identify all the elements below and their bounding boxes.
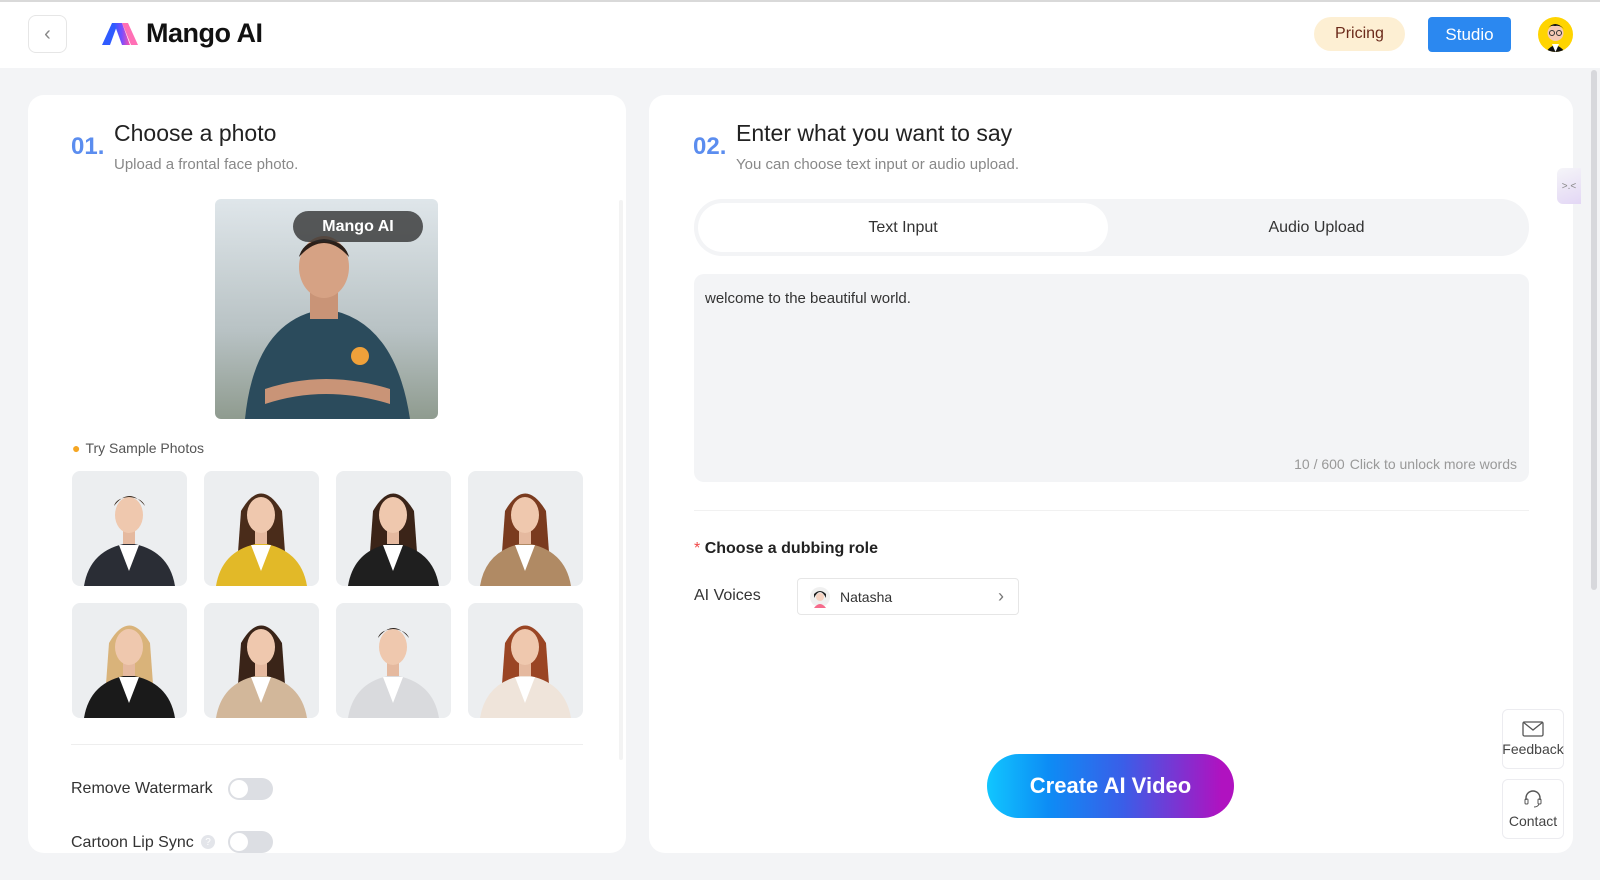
- sample-photo[interactable]: [336, 603, 451, 718]
- step-title: Choose a photo: [114, 120, 277, 146]
- feedback-button[interactable]: Feedback: [1502, 709, 1564, 769]
- tab-text-input[interactable]: Text Input: [698, 203, 1108, 252]
- tab-audio-upload[interactable]: Audio Upload: [1108, 203, 1525, 252]
- user-avatar[interactable]: [1538, 17, 1573, 52]
- step-subtitle: Upload a frontal face photo.: [114, 156, 299, 173]
- sample-photo[interactable]: [204, 471, 319, 586]
- step-title: Enter what you want to say: [736, 120, 1013, 146]
- word-counter: 10 / 600: [1294, 456, 1345, 472]
- assistant-widget-icon[interactable]: >.<: [1557, 168, 1581, 204]
- ai-voices-label: AI Voices: [694, 587, 761, 604]
- sample-photo[interactable]: [72, 603, 187, 718]
- pricing-button[interactable]: Pricing: [1314, 17, 1405, 51]
- voice-selected: Natasha: [840, 588, 893, 605]
- step-subtitle: You can choose text input or audio uploa…: [736, 156, 1019, 173]
- headset-icon: [1524, 790, 1542, 808]
- contact-button[interactable]: Contact: [1502, 779, 1564, 839]
- page-scrollbar[interactable]: [1591, 70, 1597, 590]
- remove-watermark-toggle[interactable]: [228, 778, 273, 800]
- step-number: 02.: [693, 133, 727, 160]
- dubbing-role-title: Choose a dubbing role: [704, 540, 879, 557]
- back-button[interactable]: ‹: [28, 15, 67, 53]
- help-icon[interactable]: ?: [201, 835, 215, 849]
- lightbulb-icon: ●: [72, 440, 81, 456]
- create-ai-video-button[interactable]: Create AI Video: [987, 754, 1234, 818]
- sample-photo[interactable]: [336, 471, 451, 586]
- sample-photo[interactable]: [468, 603, 583, 718]
- logo[interactable]: Mango AI: [100, 18, 263, 49]
- uploaded-photo[interactable]: Mango AI: [215, 199, 438, 419]
- step-number: 01.: [71, 133, 105, 160]
- sample-photo[interactable]: [204, 603, 319, 718]
- mango-logo-icon: [102, 22, 138, 45]
- sample-photo[interactable]: [72, 471, 187, 586]
- chevron-left-icon: ‹: [44, 22, 51, 45]
- cartoon-lip-sync-label: Cartoon Lip Sync: [71, 834, 194, 851]
- brand-name: Mango AI: [146, 18, 263, 48]
- script-text: welcome to the beautiful world.: [705, 290, 911, 307]
- voice-select[interactable]: Natasha ›: [797, 578, 1019, 615]
- input-mode-tabs: Text Input Audio Upload: [694, 199, 1529, 256]
- panel-scrollbar[interactable]: [619, 200, 623, 760]
- divider: [71, 744, 583, 745]
- watermark-badge: Mango AI: [293, 211, 423, 242]
- voice-avatar-icon: [810, 586, 830, 608]
- script-textarea[interactable]: welcome to the beautiful world. 10 / 600…: [694, 274, 1529, 482]
- cartoon-lip-sync-toggle[interactable]: [228, 831, 273, 853]
- chevron-right-icon: ›: [998, 586, 1004, 606]
- divider: [694, 510, 1529, 511]
- studio-button[interactable]: Studio: [1428, 17, 1511, 52]
- sample-photo[interactable]: [468, 471, 583, 586]
- mail-icon: [1522, 721, 1544, 737]
- unlock-words-link[interactable]: Click to unlock more words: [1350, 456, 1517, 472]
- feedback-label: Feedback: [1502, 741, 1564, 757]
- required-marker: *: [694, 540, 701, 557]
- sample-photos-label: Try Sample Photos: [85, 440, 204, 456]
- remove-watermark-label: Remove Watermark: [71, 780, 213, 797]
- dubbing-role-heading: * Choose a dubbing role: [694, 540, 878, 558]
- sample-photos-heading: ● Try Sample Photos: [72, 440, 204, 456]
- contact-label: Contact: [1508, 813, 1558, 829]
